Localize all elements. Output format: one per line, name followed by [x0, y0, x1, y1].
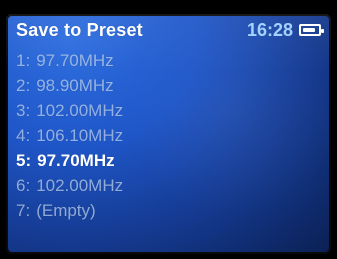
preset-item-5[interactable]: 5: 97.70MHz: [16, 148, 321, 173]
battery-fill: [303, 28, 315, 32]
preset-item-6[interactable]: 6: 102.00MHz: [16, 173, 321, 198]
device-screen: Save to Preset 16:28 1: 97.70MHz 2: 98.90M…: [6, 14, 331, 254]
page-title: Save to Preset: [16, 19, 143, 40]
clock: 16:28: [246, 19, 293, 40]
preset-number: 5:: [16, 151, 32, 170]
preset-item-1[interactable]: 1: 97.70MHz: [16, 48, 321, 73]
preset-item-3[interactable]: 3: 102.00MHz: [16, 98, 321, 123]
preset-number: 7:: [16, 201, 31, 220]
preset-number: 4:: [16, 126, 31, 145]
preset-number: 3:: [16, 101, 31, 120]
preset-frequency: 102.00MHz: [36, 101, 124, 120]
preset-item-4[interactable]: 4: 106.10MHz: [16, 123, 321, 148]
header-status: 16:28: [246, 19, 324, 41]
header-bar: Save to Preset 16:28: [6, 14, 331, 46]
preset-number: 2:: [16, 76, 31, 95]
preset-frequency: 106.10MHz: [36, 126, 124, 145]
preset-number: 6:: [16, 176, 31, 195]
preset-number: 1:: [16, 51, 31, 70]
preset-item-2[interactable]: 2: 98.90MHz: [16, 73, 321, 98]
battery-icon: [299, 24, 324, 36]
preset-frequency: 97.70MHz: [37, 151, 115, 170]
preset-frequency: 98.90MHz: [36, 76, 114, 95]
preset-frequency: 102.00MHz: [36, 176, 124, 195]
preset-list: 1: 97.70MHz 2: 98.90MHz 3: 102.00MHz 4: 106.…: [16, 48, 321, 223]
preset-frequency: (Empty): [36, 201, 96, 220]
preset-frequency: 97.70MHz: [36, 51, 114, 70]
preset-item-7[interactable]: 7: (Empty): [16, 198, 321, 223]
device-frame: Save to Preset 16:28 1: 97.70MHz 2: 98.90M…: [0, 0, 337, 259]
